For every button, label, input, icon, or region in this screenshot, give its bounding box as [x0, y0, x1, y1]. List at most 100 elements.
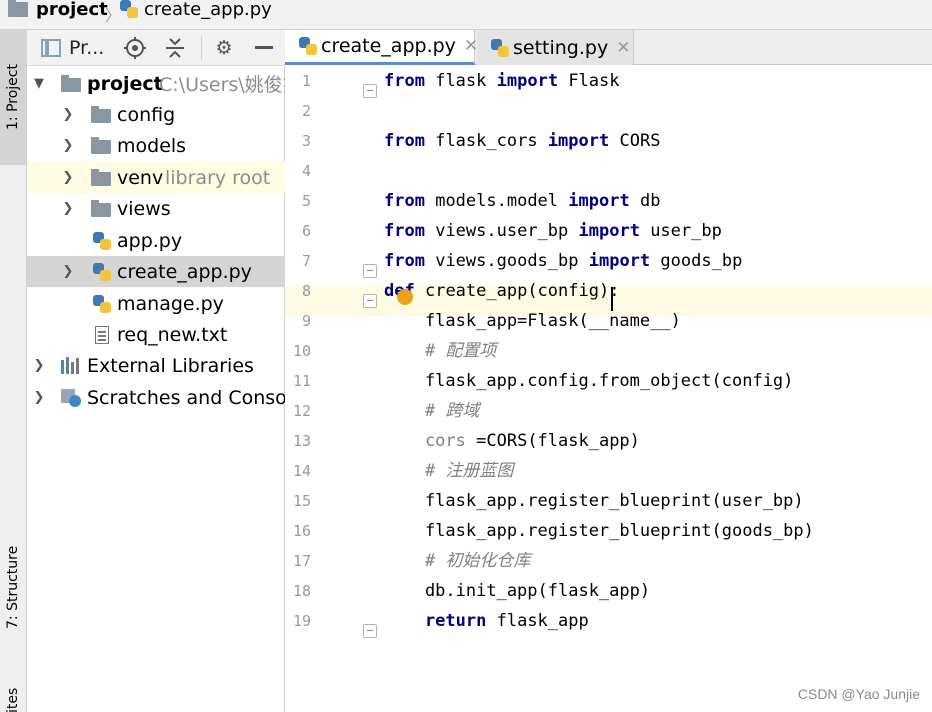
code-line[interactable]: flask_app.register_blueprint(user_bp)	[384, 486, 804, 516]
breadcrumb-separator: 〉	[105, 6, 122, 25]
python-file-icon	[491, 38, 509, 57]
code-comment: # 注册蓝图	[384, 461, 514, 481]
code-line[interactable]: # 配置项	[384, 336, 496, 366]
line-number: 19	[292, 612, 311, 630]
chevron-right-icon[interactable]: ❯	[33, 390, 45, 405]
chevron-down-icon[interactable]: ▼	[33, 76, 45, 91]
lightbulb-icon[interactable]	[397, 289, 413, 305]
code-line[interactable]: from models.model import db	[384, 186, 660, 216]
tree-item-external-libraries[interactable]: ❯ External Libraries	[27, 350, 285, 381]
tree-item-label: venv	[117, 166, 164, 189]
close-icon[interactable]: ✕	[616, 38, 630, 58]
code-line[interactable]: return flask_app	[384, 606, 589, 636]
tree-item-label: External Libraries	[87, 354, 254, 377]
project-panel: Pr... ⚙ ▼ project C:\Users\姚俊杰 ❯ config …	[27, 30, 285, 712]
line-number: 2	[301, 102, 311, 120]
breadcrumb-file-label: create_app.py	[144, 0, 272, 20]
code-token: db	[639, 191, 661, 211]
chevron-right-icon[interactable]: ❯	[62, 201, 74, 216]
folder-icon	[61, 74, 81, 92]
fold-marker-icon[interactable]	[363, 624, 377, 638]
code-keyword: from	[384, 131, 425, 151]
tab-setting-py[interactable]: setting.py ✕	[477, 30, 634, 65]
code-editor: create_app.py ✕ setting.py ✕ 1 from flask…	[285, 30, 932, 712]
favorites-tool-label: ites	[5, 687, 21, 712]
code-token: views.goods_bp	[435, 251, 579, 271]
tree-item-manage-py[interactable]: manage.py	[27, 288, 285, 319]
python-file-icon	[93, 294, 111, 313]
line-number: 14	[292, 462, 311, 480]
code-token: create_app(config):	[424, 281, 620, 301]
code-line[interactable]: from views.goods_bp import goods_bp	[384, 246, 742, 276]
collapse-all-icon[interactable]	[161, 30, 189, 66]
code-line[interactable]: def create_app(config):	[384, 276, 619, 306]
tree-item-views[interactable]: ❯ views	[27, 193, 285, 224]
code-token: flask_cors	[435, 131, 538, 151]
structure-tool-button[interactable]: 7: Structure	[0, 525, 26, 650]
chevron-right-icon[interactable]: ❯	[33, 358, 45, 373]
tree-item-config[interactable]: ❯ config	[27, 99, 285, 130]
python-file-icon	[120, 0, 138, 18]
minimize-icon[interactable]	[250, 30, 278, 66]
chevron-right-icon[interactable]: ❯	[62, 264, 74, 279]
tree-item-venv[interactable]: ❯ venv library root	[27, 162, 285, 193]
text-caret	[611, 287, 613, 311]
line-number: 17	[292, 552, 311, 570]
code-comment: # 初始化仓库	[384, 551, 531, 571]
chevron-right-icon[interactable]: ❯	[62, 170, 74, 185]
tree-item-models[interactable]: ❯ models	[27, 130, 285, 161]
tree-item-scratches[interactable]: ❯ Scratches and Consoles	[27, 382, 285, 413]
library-root-note: library root	[165, 166, 271, 189]
tree-item-label: Scratches and Consoles	[87, 386, 285, 409]
code-line[interactable]: db.init_app(flask_app)	[384, 576, 650, 606]
line-number: 10	[292, 342, 311, 360]
line-number: 4	[301, 162, 311, 180]
line-number: 8	[301, 282, 311, 300]
code-token: Flask	[568, 71, 620, 91]
code-line[interactable]: flask_app.register_blueprint(goods_bp)	[384, 516, 814, 546]
code-token: goods_bp	[660, 251, 743, 271]
code-line[interactable]: from views.user_bp import user_bp	[384, 216, 722, 246]
locate-file-icon[interactable]	[121, 30, 149, 66]
fold-marker-icon[interactable]	[363, 84, 377, 98]
folder-icon	[91, 136, 111, 154]
code-keyword: import	[496, 71, 559, 91]
tree-item-label: req_new.txt	[117, 323, 228, 346]
line-number: 5	[301, 192, 311, 210]
code-line[interactable]: # 初始化仓库	[384, 546, 530, 576]
tree-item-app-py[interactable]: app.py	[27, 225, 285, 256]
breadcrumb-file[interactable]: create_app.py	[120, 0, 272, 23]
code-line[interactable]: from flask_cors import CORS	[384, 126, 660, 156]
python-file-icon	[93, 231, 111, 250]
project-view-dropdown[interactable]: Pr...	[41, 30, 111, 66]
tree-item-create-app-py[interactable]: ❯ create_app.py	[27, 256, 285, 287]
code-line[interactable]: cors =CORS(flask_app)	[384, 426, 640, 456]
tree-item-label: manage.py	[117, 292, 224, 315]
code-token: CORS	[619, 131, 661, 151]
code-keyword: from	[384, 191, 425, 211]
gear-icon[interactable]: ⚙	[210, 30, 238, 66]
chevron-right-icon[interactable]: ❯	[62, 107, 74, 122]
favorites-tool-button[interactable]: ites	[0, 680, 26, 712]
code-line[interactable]: flask_app.config.from_object(config)	[384, 366, 793, 396]
folder-icon	[8, 0, 28, 17]
code-line[interactable]: from flask import Flask	[384, 66, 620, 96]
chevron-right-icon[interactable]: ❯	[62, 138, 74, 153]
code-token: flask	[435, 71, 487, 91]
tree-item-label: create_app.py	[117, 260, 252, 283]
tree-item-path: C:\Users\姚俊杰	[159, 74, 285, 96]
line-number: 15	[292, 492, 311, 510]
code-line[interactable]: flask_app=Flask(__name__)	[384, 306, 681, 336]
tree-item-project[interactable]: ▼ project C:\Users\姚俊杰	[27, 68, 285, 99]
code-line[interactable]: # 跨域	[384, 396, 479, 426]
fold-marker-icon[interactable]	[363, 264, 377, 278]
line-number: 13	[292, 432, 311, 450]
code-line[interactable]: # 注册蓝图	[384, 456, 513, 486]
project-tool-button[interactable]: 1: Project	[0, 30, 26, 165]
code-token: user_bp	[650, 221, 722, 241]
breadcrumb-project[interactable]: project	[8, 0, 108, 23]
fold-marker-icon[interactable]	[363, 294, 377, 308]
tree-item-req-new-txt[interactable]: req_new.txt	[27, 319, 285, 350]
code-token: flask_app	[496, 611, 589, 631]
tab-create-app-py[interactable]: create_app.py ✕	[285, 30, 478, 65]
